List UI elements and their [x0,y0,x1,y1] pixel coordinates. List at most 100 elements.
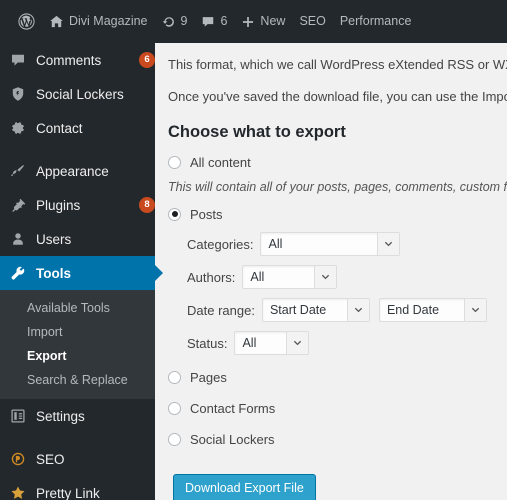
chevron-down-icon [314,266,337,289]
wrench-icon [10,265,36,281]
plus-icon [241,15,255,29]
field-row-authors: Authors: All [168,265,507,290]
radio-option-all-content[interactable]: All content [168,153,507,171]
radio-option-contact-forms[interactable]: Contact Forms [168,399,507,417]
field-row-categories: Categories: All [168,232,507,257]
export-intro-paragraph-2: Once you've saved the download file, you… [168,88,507,104]
admin-bar-updates-count: 9 [180,14,188,29]
admin-bar-comments[interactable]: 6 [194,0,234,43]
sidebar-item-pretty-link[interactable]: Pretty Link [0,476,155,500]
radio-contact-forms-icon[interactable] [168,401,181,415]
star-icon [10,485,36,500]
export-intro-paragraph-1: This format, which we call WordPress eXt… [168,57,507,72]
admin-bar-comments-count: 6 [220,14,228,29]
user-icon [10,231,36,247]
all-content-description: This will contain all of your posts, pag… [168,180,507,195]
admin-bar-new[interactable]: New [234,0,292,43]
admin-sidebar-menu: Comments 6 Social Lockers Contact Appear… [0,43,163,500]
start-date-select-value: Start Date [269,303,327,318]
submenu-item-search-replace[interactable]: Search & Replace [0,368,155,392]
plugins-badge: 8 [139,197,155,213]
chevron-down-icon [463,299,486,322]
sidebar-item-seo-label: SEO [36,451,65,467]
sidebar-item-tools-label: Tools [36,265,71,281]
home-icon [49,14,64,29]
radio-social-lockers-icon[interactable] [168,432,181,446]
sidebar-item-plugins-label: Plugins [36,197,81,213]
radio-all-content-icon[interactable] [168,155,181,169]
radio-option-social-lockers-label: Social Lockers [190,431,275,447]
sliders-icon [10,408,36,424]
sidebar-item-seo[interactable]: SEO [0,442,155,476]
submenu-item-import[interactable]: Import [0,320,155,344]
sidebar-item-users[interactable]: Users [0,222,155,256]
chevron-down-icon [346,299,369,322]
gear-icon [10,120,36,136]
chevron-down-icon [377,233,400,256]
start-date-select[interactable]: Start Date [261,298,370,323]
admin-bar-updates[interactable]: 9 [155,0,195,43]
radio-option-posts[interactable]: Posts [168,205,507,223]
radio-option-social-lockers[interactable]: Social Lockers [168,430,507,448]
radio-posts-icon[interactable] [168,207,181,221]
field-row-date-range: Date range: Start Date End Date [168,298,507,323]
chevron-down-icon [286,332,309,355]
sidebar-item-tools[interactable]: Tools [0,256,163,290]
radio-pages-icon[interactable] [168,370,181,384]
sidebar-item-contact-label: Contact [36,120,83,136]
admin-bar-site-name[interactable]: Divi Magazine [42,0,155,43]
sidebar-item-social-lockers[interactable]: Social Lockers [0,77,155,111]
shield-lock-icon [10,86,36,102]
submenu-item-available-tools[interactable]: Available Tools [0,296,155,320]
admin-bar-seo[interactable]: SEO [292,0,332,43]
sidebar-separator [0,433,155,442]
date-range-label: Date range: [187,302,255,318]
updates-icon [162,15,176,29]
admin-bar-wordpress-logo[interactable] [0,0,42,43]
radio-option-pages[interactable]: Pages [168,368,507,386]
sidebar-item-users-label: Users [36,231,72,247]
comment-bubble-icon [10,52,36,68]
admin-bar-performance-label: Performance [339,14,412,29]
admin-bar-site-name-label: Divi Magazine [69,14,148,29]
categories-select-value: All [268,237,283,252]
admin-bar-new-label: New [260,14,286,29]
end-date-select[interactable]: End Date [378,298,487,323]
authors-label: Authors: [187,269,236,285]
sidebar-item-settings[interactable]: Settings [0,399,155,433]
radio-option-contact-forms-label: Contact Forms [190,400,276,416]
sidebar-item-appearance[interactable]: Appearance [0,154,155,188]
page-title: Choose what to export [168,123,346,141]
comment-bubble-icon [201,15,215,29]
radio-option-pages-label: Pages [190,369,227,385]
tools-submenu: Available Tools Import Export Search & R… [0,290,155,399]
admin-bar-seo-label: SEO [299,14,326,29]
wordpress-admin-screen: Divi Magazine 9 6 New SEO Performance Co… [0,0,507,500]
sidebar-item-plugins[interactable]: Plugins 8 [0,188,155,222]
categories-select[interactable]: All [260,232,401,257]
sidebar-item-appearance-label: Appearance [36,163,109,179]
sidebar-item-social-lockers-label: Social Lockers [36,86,124,102]
sidebar-item-comments[interactable]: Comments 6 [0,43,155,77]
download-export-file-button[interactable]: Download Export File [173,474,316,500]
admin-bar: Divi Magazine 9 6 New SEO Performance [0,0,507,43]
status-select[interactable]: All [234,331,310,356]
radio-option-posts-label: Posts [190,206,223,222]
sidebar-separator [0,145,155,154]
field-row-status: Status: All [168,331,507,356]
submenu-item-export[interactable]: Export [0,344,155,368]
status-select-value: All [242,336,257,351]
export-page-content: This format, which we call WordPress eXt… [155,43,507,500]
admin-bar-performance[interactable]: Performance [333,0,419,43]
seo-icon [10,451,36,467]
wordpress-logo-icon [18,13,35,30]
sidebar-item-pretty-link-label: Pretty Link [36,485,100,500]
sidebar-item-contact[interactable]: Contact [0,111,155,145]
end-date-select-value: End Date [386,303,440,318]
comments-badge: 6 [139,52,155,68]
paintbrush-icon [10,163,36,179]
sidebar-item-settings-label: Settings [36,408,85,424]
authors-select[interactable]: All [242,265,338,290]
sidebar-item-comments-label: Comments [36,52,102,68]
categories-label: Categories: [187,236,254,252]
